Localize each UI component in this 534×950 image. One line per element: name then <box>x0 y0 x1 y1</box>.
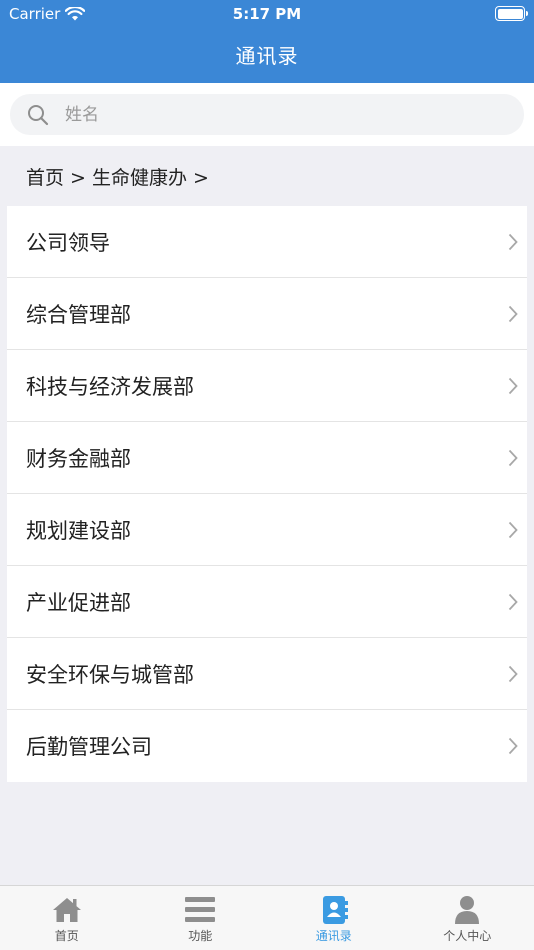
department-list: 公司领导综合管理部科技与经济发展部 财务金融部规划建设部产业促进部安全环保与城管部… <box>7 206 527 782</box>
tab-contacts[interactable]: 通讯录 <box>267 886 401 950</box>
home-icon <box>52 898 81 922</box>
department-item[interactable]: 财务金融部 <box>7 422 527 494</box>
department-item[interactable]: 公司领导 <box>7 206 527 278</box>
department-label: 科技与经济发展部 <box>26 374 194 399</box>
search-box[interactable] <box>10 94 524 135</box>
department-label: 公司领导 <box>26 230 110 255</box>
header: Carrier 5:17 PM 通讯录 <box>0 0 534 83</box>
chevron-right-icon <box>508 665 518 682</box>
breadcrumb[interactable]: 首页 > 生命健康办 > <box>0 146 534 206</box>
battery-icon <box>495 6 528 21</box>
department-label: 规划建设部 <box>26 518 131 543</box>
chevron-right-icon <box>508 593 518 610</box>
chevron-right-icon <box>508 521 518 538</box>
department-item[interactable]: 综合管理部 <box>7 278 527 350</box>
department-label: 安全环保与城管部 <box>26 662 194 687</box>
chevron-right-icon <box>508 737 518 755</box>
department-item[interactable]: 安全环保与城管部 <box>7 638 527 710</box>
department-label: 综合管理部 <box>26 302 131 327</box>
person-icon <box>455 896 480 924</box>
tab-profile[interactable]: 个人中心 <box>401 886 534 950</box>
search-icon <box>28 104 49 125</box>
department-label: 财务金融部 <box>26 446 131 471</box>
chevron-right-icon <box>508 233 518 250</box>
search-bar <box>0 83 534 146</box>
department-label: 产业促进部 <box>26 590 131 615</box>
department-item[interactable]: 后勤管理公司 <box>7 710 527 782</box>
tab-bar: 首页 功能 通讯录 个人中心 <box>0 885 534 950</box>
department-item[interactable]: 产业促进部 <box>7 566 527 638</box>
tab-home[interactable]: 首页 <box>0 886 134 950</box>
tab-home-label: 首页 <box>54 929 79 943</box>
contacts-icon <box>322 896 348 924</box>
tab-contacts-label: 通讯录 <box>315 929 352 943</box>
department-label: 后勤管理公司 <box>26 735 152 759</box>
department-item[interactable]: 科技与经济发展部 <box>7 350 527 422</box>
tab-profile-label: 个人中心 <box>443 929 492 943</box>
chevron-right-icon <box>508 377 518 394</box>
page-title: 通讯录 <box>235 44 299 68</box>
search-input[interactable] <box>65 104 465 125</box>
tab-functions[interactable]: 功能 <box>134 886 268 950</box>
chevron-right-icon <box>508 449 518 466</box>
department-item[interactable]: 规划建设部 <box>7 494 527 566</box>
menu-icon <box>185 897 216 922</box>
status-bar: Carrier 5:17 PM <box>0 0 534 28</box>
tab-functions-label: 功能 <box>188 929 213 943</box>
chevron-right-icon <box>508 305 518 322</box>
status-time: 5:17 PM <box>232 5 302 23</box>
